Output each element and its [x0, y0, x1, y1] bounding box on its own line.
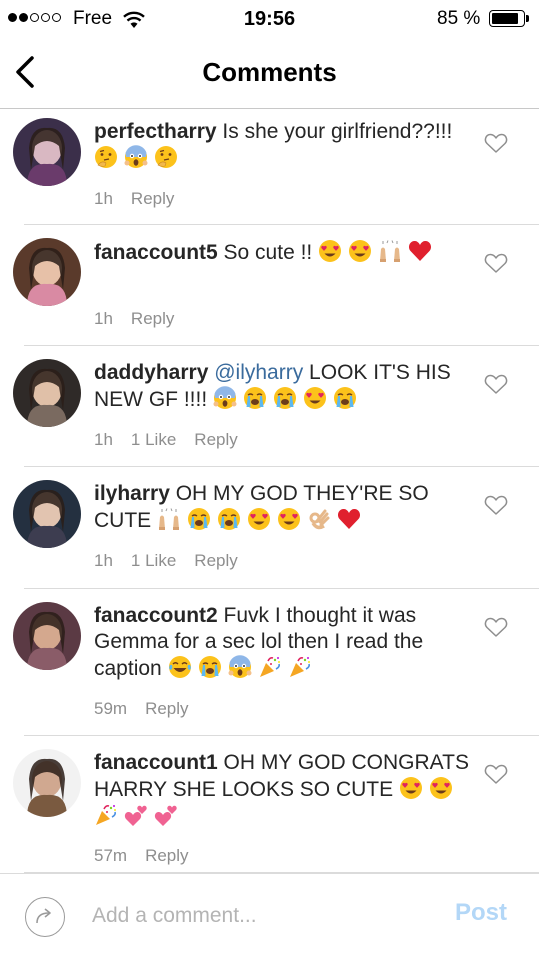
avatar[interactable]	[13, 238, 81, 306]
comment-username[interactable]: fanaccount2	[94, 604, 218, 627]
comment-username[interactable]: perfectharry	[94, 120, 217, 143]
reply-button[interactable]: Reply	[131, 309, 174, 329]
page-title: Comments	[202, 57, 337, 87]
comment-meta: 1h 1 Like Reply	[94, 551, 238, 571]
party-popper-icon	[288, 655, 312, 679]
crying-face-icon	[243, 386, 267, 410]
heart-eyes-icon	[277, 507, 301, 531]
comment-timestamp: 57m	[94, 846, 128, 865]
like-heart-icon[interactable]	[484, 494, 508, 516]
comment-username[interactable]: fanaccount5	[94, 241, 218, 264]
red-heart-icon	[337, 507, 361, 531]
heart-eyes-icon	[247, 507, 271, 531]
ok-hand-icon	[307, 507, 331, 531]
comment-username[interactable]: fanaccount1	[94, 751, 218, 774]
like-heart-icon[interactable]	[484, 616, 508, 638]
heart-eyes-icon	[348, 239, 372, 263]
comment-meta: 59m Reply	[94, 699, 189, 719]
comment-item: fanaccount5 So cute !! 1h Reply	[0, 225, 539, 346]
comment-text: fanaccount2 Fuvk I thought it was Gemma …	[94, 603, 474, 682]
crying-face-icon	[273, 386, 297, 410]
battery-icon	[489, 10, 525, 27]
thinking-face-icon	[94, 145, 118, 169]
share-icon[interactable]	[25, 897, 65, 937]
like-heart-icon[interactable]	[484, 373, 508, 395]
battery-percentage: 85 %	[437, 8, 481, 29]
screaming-face-icon	[124, 145, 148, 169]
heart-eyes-icon	[399, 776, 423, 800]
tears-of-joy-icon	[168, 655, 192, 679]
reply-button[interactable]: Reply	[145, 846, 188, 866]
avatar[interactable]	[13, 602, 81, 670]
avatar[interactable]	[13, 480, 81, 548]
two-hearts-icon	[124, 803, 148, 827]
comment-text: ilyharry OH MY GOD THEY'RE SO CUTE	[94, 481, 474, 534]
comment-username[interactable]: ilyharry	[94, 482, 170, 505]
comment-timestamp: 1h	[94, 189, 113, 208]
thinking-face-icon	[154, 145, 178, 169]
avatar[interactable]	[13, 359, 81, 427]
comment-item: perfectharry Is she your girlfriend??!!!…	[0, 110, 539, 225]
comment-item: daddyharry @ilyharry LOOK IT'S HIS NEW G…	[0, 346, 539, 467]
reply-button[interactable]: Reply	[145, 699, 188, 719]
comment-item: fanaccount1 OH MY GOD CONGRATS HARRY SHE…	[0, 736, 539, 873]
like-heart-icon[interactable]	[484, 763, 508, 785]
red-heart-icon	[408, 239, 432, 263]
status-bar: Free 19:56 85 %	[0, 0, 539, 38]
comment-message: So cute !!	[217, 241, 319, 264]
comment-timestamp: 1h	[94, 430, 113, 449]
comment-item: ilyharry OH MY GOD THEY'RE SO CUTE 1h 1 L…	[0, 467, 539, 589]
like-heart-icon[interactable]	[484, 132, 508, 154]
crying-face-icon	[333, 386, 357, 410]
reply-button[interactable]: Reply	[131, 189, 174, 209]
heart-eyes-icon	[318, 239, 342, 263]
heart-eyes-icon	[429, 776, 453, 800]
heart-eyes-icon	[303, 386, 327, 410]
party-popper-icon	[258, 655, 282, 679]
comment-meta: 57m Reply	[94, 846, 189, 866]
raising-hands-icon	[378, 239, 402, 263]
avatar[interactable]	[13, 749, 81, 817]
like-count[interactable]: 1 Like	[131, 551, 176, 571]
comment-message: Is she your girlfriend??!!!	[216, 120, 453, 143]
add-comment-input[interactable]	[92, 901, 422, 931]
comment-timestamp: 1h	[94, 551, 113, 570]
comment-username[interactable]: daddyharry	[94, 361, 208, 384]
comment-timestamp: 59m	[94, 699, 128, 718]
raising-hands-icon	[157, 507, 181, 531]
comment-text: daddyharry @ilyharry LOOK IT'S HIS NEW G…	[94, 360, 474, 413]
comment-timestamp: 1h	[94, 309, 113, 328]
comment-item: fanaccount2 Fuvk I thought it was Gemma …	[0, 589, 539, 736]
screaming-face-icon	[213, 386, 237, 410]
comment-text: fanaccount1 OH MY GOD CONGRATS HARRY SHE…	[94, 750, 474, 830]
mention-link[interactable]: @ilyharry	[214, 361, 303, 384]
comment-text: fanaccount5 So cute !!	[94, 239, 474, 266]
crying-face-icon	[187, 507, 211, 531]
crying-face-icon	[198, 655, 222, 679]
post-button[interactable]: Post	[455, 899, 507, 927]
screaming-face-icon	[228, 655, 252, 679]
comment-text: perfectharry Is she your girlfriend??!!!	[94, 119, 474, 172]
two-hearts-icon	[154, 803, 178, 827]
comment-meta: 1h Reply	[94, 309, 174, 329]
party-popper-icon	[94, 803, 118, 827]
avatar[interactable]	[13, 118, 81, 186]
like-heart-icon[interactable]	[484, 252, 508, 274]
comment-meta: 1h 1 Like Reply	[94, 430, 238, 450]
reply-button[interactable]: Reply	[194, 551, 237, 571]
comment-meta: 1h Reply	[94, 189, 174, 209]
like-count[interactable]: 1 Like	[131, 430, 176, 450]
nav-bar: Comments	[0, 38, 539, 109]
crying-face-icon	[217, 507, 241, 531]
reply-button[interactable]: Reply	[194, 430, 237, 450]
comment-composer: Post	[0, 873, 539, 960]
